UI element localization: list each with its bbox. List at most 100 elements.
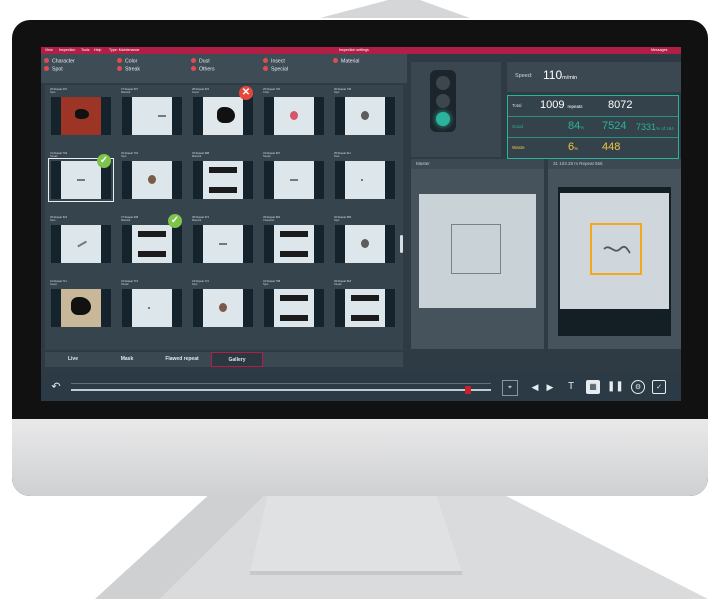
category-dot-icon bbox=[333, 58, 338, 63]
thumbnail-caption: 39 Repeat 984 Character bbox=[263, 216, 280, 222]
defect-mark-icon bbox=[361, 111, 369, 120]
monitor-chin bbox=[12, 419, 708, 496]
gallery-thumbnail[interactable]: 34 Repeat 997 Streak bbox=[260, 151, 328, 213]
category-character[interactable]: Character bbox=[44, 58, 75, 65]
tab-flawed-repeat[interactable]: Flawed repeat bbox=[155, 352, 209, 367]
stats-row-good: Good 84% 7524 7331% of 164 bbox=[508, 117, 678, 138]
defect-streak-icon bbox=[603, 245, 631, 254]
gallery-scrollbar[interactable] bbox=[400, 235, 403, 253]
settings-icon[interactable]: ⚙ bbox=[631, 380, 645, 394]
defect-mark-icon bbox=[351, 295, 379, 321]
gallery-thumbnail[interactable]: 33 Repeat 988 Material bbox=[189, 151, 257, 213]
menu-bar: View Inspection Tools Help Type: Mainten… bbox=[41, 47, 681, 54]
category-dot-icon bbox=[191, 58, 196, 63]
gallery-thumbnail[interactable]: 44 Repeat 798 Spot bbox=[260, 279, 328, 341]
gallery-thumbnail[interactable]: 40 Repeat 989 Spot bbox=[331, 215, 399, 277]
menu-inspection-settings[interactable]: Inspection settings bbox=[339, 47, 369, 54]
menu-item-inspection[interactable]: Inspection bbox=[59, 47, 75, 54]
menu-item-type[interactable]: Type: Maintenance bbox=[109, 47, 139, 54]
flaw-image-frame bbox=[558, 187, 671, 336]
defect-category-filters: Character Spot Color Streak Dust Others … bbox=[41, 54, 407, 83]
accept-check-icon[interactable]: ✓ bbox=[168, 214, 182, 228]
defect-mark-icon bbox=[280, 295, 308, 321]
gallery-thumbnail[interactable]: 38 Repeat 972 Material bbox=[189, 215, 257, 277]
category-streak[interactable]: Streak bbox=[117, 66, 140, 73]
thumbnail-caption: 43 Repeat 721 Spot bbox=[192, 280, 209, 286]
master-panel: Master bbox=[411, 159, 544, 349]
image-view-icon[interactable]: ▦ bbox=[586, 380, 600, 394]
thumbnail-image bbox=[335, 161, 395, 199]
thumbnail-caption: 30 Repeat 746 Spot bbox=[334, 88, 351, 94]
thumbnail-caption: 37 Repeat 938 Material bbox=[121, 216, 138, 222]
flaw-image bbox=[560, 193, 669, 309]
menu-item-view[interactable]: View bbox=[45, 47, 53, 54]
tab-gallery[interactable]: Gallery bbox=[211, 352, 263, 367]
category-material[interactable]: Material bbox=[333, 58, 359, 65]
thumbnail-category: Character bbox=[263, 219, 275, 223]
fit-screen-icon[interactable]: ⌖ bbox=[502, 380, 518, 396]
category-color[interactable]: Color bbox=[117, 58, 137, 65]
thumbnail-category: Insect bbox=[50, 283, 57, 287]
menu-item-tools[interactable]: Tools bbox=[81, 47, 89, 54]
thumbnail-category: Material bbox=[192, 155, 202, 159]
thumbnail-caption: 26 Repeat 497 Spot bbox=[50, 88, 67, 94]
thumbnail-category: Color bbox=[263, 91, 270, 95]
next-arrow-icon[interactable]: ▶ bbox=[543, 380, 557, 394]
gallery-thumbnail[interactable]: 43 Repeat 721 Spot bbox=[189, 279, 257, 341]
previous-arrow-icon[interactable]: ◀ bbox=[528, 380, 542, 394]
category-dot-icon bbox=[44, 66, 49, 71]
category-special[interactable]: Special bbox=[263, 66, 288, 73]
gallery-thumbnail[interactable]: 32 Repeat 794 Spot bbox=[118, 151, 186, 213]
menu-item-help[interactable]: Help bbox=[94, 47, 101, 54]
red-lamp-icon bbox=[436, 76, 450, 90]
thumbnail-image bbox=[122, 289, 182, 327]
category-spot[interactable]: Spot bbox=[44, 66, 63, 73]
pause-icon[interactable]: ❚❚ bbox=[607, 380, 624, 394]
master-roi-box bbox=[451, 224, 501, 274]
report-icon[interactable]: ✓ bbox=[652, 380, 666, 394]
thumbnail-category: Spot bbox=[334, 219, 340, 223]
gallery-thumbnail[interactable]: 45 Repeat 818 Streak bbox=[331, 279, 399, 341]
gallery-thumbnail[interactable]: 27 Repeat 507 Material bbox=[118, 87, 186, 149]
thumbnail-category: Spot bbox=[192, 283, 198, 287]
gallery-thumbnail[interactable]: 30 Repeat 746 Spot bbox=[331, 87, 399, 149]
reject-x-icon[interactable]: ✕ bbox=[239, 86, 253, 100]
gallery-thumbnail[interactable]: 36 Repeat 924 Spot bbox=[47, 215, 115, 277]
category-others[interactable]: Others bbox=[191, 66, 215, 73]
thumbnail-image bbox=[264, 161, 324, 199]
yellow-lamp-icon bbox=[436, 94, 450, 108]
timeline-track[interactable] bbox=[71, 389, 491, 391]
thumbnail-caption: 35 Repeat 911 Dust bbox=[334, 152, 351, 158]
menu-messages[interactable]: Messages bbox=[651, 47, 667, 54]
timeline-position-marker[interactable] bbox=[465, 386, 471, 394]
category-dust[interactable]: Dust bbox=[191, 58, 210, 65]
gallery-thumbnail[interactable]: 28 Repeat 522 Insect ✕ bbox=[189, 86, 257, 149]
gallery-thumbnail[interactable]: 41 Repeat 711 Insect bbox=[47, 279, 115, 341]
defect-gallery: 26 Repeat 497 Spot 27 Repeat 507 Material 28… bbox=[45, 85, 403, 350]
green-lamp-icon bbox=[436, 112, 450, 126]
gallery-thumbnail[interactable]: 29 Repeat 720 Color bbox=[260, 87, 328, 149]
timeline-bar: ↶ ⌖ ◀ ▶ T ▦ ❚❚ ⚙ ✓ bbox=[41, 373, 681, 401]
gallery-thumbnail[interactable]: 26 Repeat 497 Spot bbox=[47, 87, 115, 149]
defect-mark-icon bbox=[148, 175, 156, 184]
thumbnail-category: Spot bbox=[121, 155, 127, 159]
thumbnail-image bbox=[264, 225, 324, 263]
defect-mark-icon bbox=[71, 297, 91, 315]
back-arrow-icon[interactable]: ↶ bbox=[49, 380, 63, 394]
gallery-thumbnail[interactable]: 42 Repeat 715 Streak bbox=[118, 279, 186, 341]
gallery-thumbnail[interactable]: 31 Repeat 793 Streak ✓ bbox=[47, 151, 115, 213]
tab-mask[interactable]: Mask bbox=[101, 352, 153, 367]
defect-mark-icon bbox=[361, 239, 369, 248]
category-insect[interactable]: Insect bbox=[263, 58, 285, 65]
text-tool-icon[interactable]: T bbox=[564, 380, 578, 394]
gallery-thumbnail[interactable]: 39 Repeat 984 Character bbox=[260, 215, 328, 277]
defect-mark-icon bbox=[158, 115, 166, 117]
defect-mark-icon bbox=[290, 179, 298, 181]
defect-mark-icon bbox=[77, 179, 85, 181]
gallery-thumbnail[interactable]: 35 Repeat 911 Dust bbox=[331, 151, 399, 213]
accept-check-icon[interactable]: ✓ bbox=[97, 154, 111, 168]
status-traffic-light bbox=[411, 62, 501, 157]
thumbnail-image bbox=[122, 225, 182, 263]
tab-live[interactable]: Live bbox=[47, 352, 99, 367]
gallery-thumbnail[interactable]: 37 Repeat 938 Material ✓ bbox=[118, 214, 186, 277]
